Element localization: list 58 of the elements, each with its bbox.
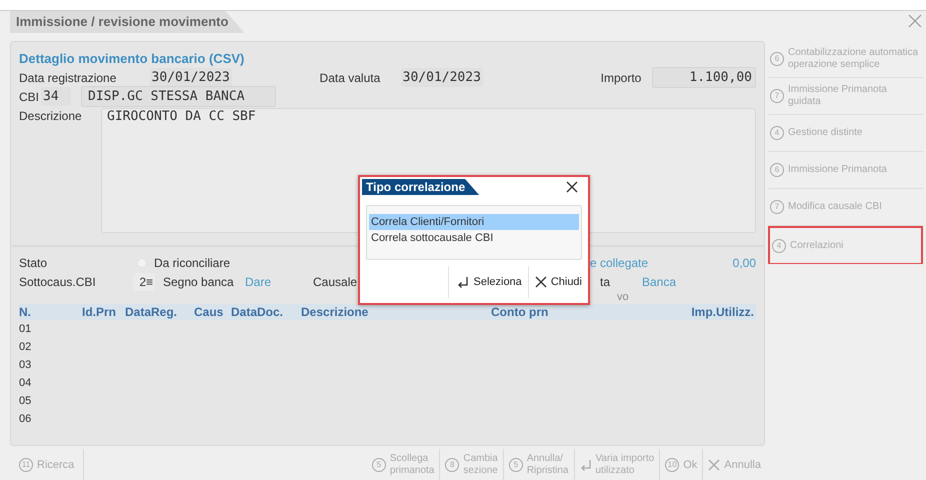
amount-field[interactable]: 1.100,00	[652, 66, 756, 88]
close-icon[interactable]	[566, 181, 578, 193]
column-header[interactable]: DataReg.	[125, 303, 194, 321]
key-number-icon: 5	[372, 458, 386, 472]
field-label: Data valuta	[320, 70, 382, 86]
column-header[interactable]: DataDoc.	[231, 303, 301, 321]
key-number-icon: 6	[770, 163, 784, 177]
row-number: 01	[19, 322, 32, 337]
key-number-icon: 6	[770, 52, 784, 66]
column-header[interactable]: Id.Prn	[82, 303, 125, 321]
field-label: e collegate	[590, 254, 650, 272]
close-icon	[708, 459, 720, 471]
row-number: 05	[19, 394, 32, 409]
field-label: Stato	[19, 254, 48, 272]
column-header[interactable]: Descrizione	[301, 303, 491, 321]
field-label: Data registrazione	[19, 70, 118, 86]
column-header[interactable]: Caus	[194, 303, 231, 321]
description-field: DISP.GC STESSA BANCA	[81, 86, 276, 108]
field-label: Sottocaus.CBI	[19, 274, 97, 290]
amount-value: 0,00	[732, 254, 756, 272]
key-number-icon: 5	[508, 458, 523, 472]
key-number-icon: 8	[445, 458, 460, 472]
dialog-button[interactable]: Chiudi	[528, 266, 588, 298]
key-number-icon: 7	[770, 89, 784, 103]
row-number: 03	[19, 358, 32, 373]
date-field[interactable]: 30/01/2023	[150, 68, 232, 88]
column-header[interactable]: Imp.Utilizz.	[641, 303, 756, 321]
field-label: Importo	[600, 70, 642, 86]
key-number-icon: 11	[19, 458, 33, 472]
key-number-icon: 10	[665, 458, 680, 472]
row-number: 04	[19, 376, 32, 391]
close-icon	[534, 276, 547, 288]
list-item[interactable]: Correla Clienti/Fornitori	[369, 214, 579, 230]
field-label: Descrizione	[19, 108, 83, 125]
key-number-icon: 7	[770, 200, 784, 214]
field-label: Causale	[313, 274, 358, 290]
key-number-icon: 4	[772, 238, 786, 252]
dialog-button[interactable]: Seleziona	[448, 266, 528, 298]
row-number: 06	[19, 412, 32, 427]
radio-label: Da riconciliare	[154, 254, 232, 272]
subcause-field[interactable]: 2≡	[133, 272, 155, 290]
key-number-icon: 4	[770, 126, 784, 140]
dialog-title: Tipo correlazione	[362, 179, 480, 195]
list-item[interactable]: Correla sottocausale CBI	[369, 230, 579, 246]
column-header[interactable]: N.	[19, 303, 82, 321]
field-value: Dare	[245, 274, 272, 290]
field-label: ta	[600, 274, 612, 290]
field-label: Segno banca	[163, 274, 235, 290]
enter-icon	[457, 276, 470, 288]
section-title: Dettaglio movimento bancario (CSV)	[19, 50, 246, 68]
date-field[interactable]: 30/01/2023	[400, 68, 483, 88]
row-number: 02	[19, 340, 32, 355]
column-header[interactable]: Conto prn	[491, 303, 641, 321]
field-value: Banca	[642, 274, 676, 290]
field-label: vo	[617, 291, 629, 304]
code-field[interactable]: 34	[41, 86, 71, 106]
field-label: CBI	[19, 88, 40, 106]
enter-icon	[580, 459, 592, 471]
